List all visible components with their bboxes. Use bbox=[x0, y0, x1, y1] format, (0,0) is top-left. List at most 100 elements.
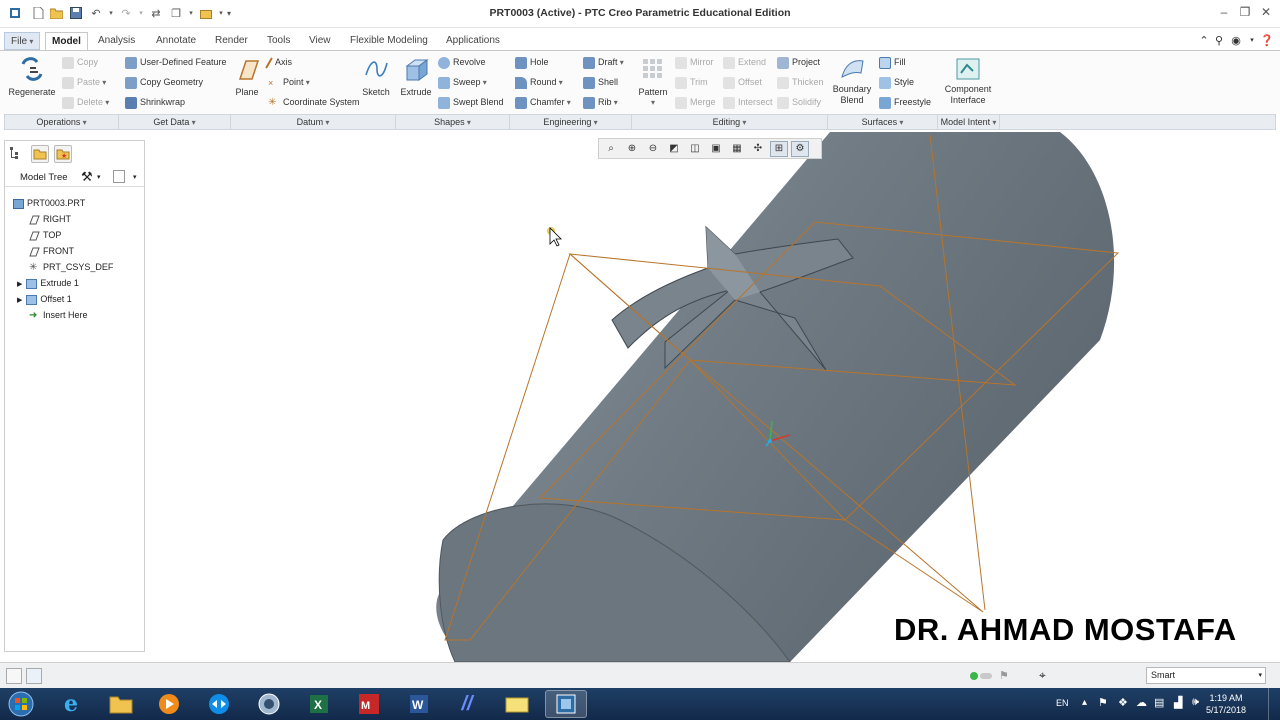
search-icon[interactable]: ⚲ bbox=[1211, 32, 1227, 48]
find-icon[interactable]: ⌖ bbox=[1039, 668, 1046, 683]
sketch-button[interactable]: Sketch bbox=[360, 53, 392, 111]
annotation-display-icon[interactable]: ⚙ bbox=[791, 140, 809, 157]
cloud-icon[interactable]: ☁ bbox=[1136, 696, 1147, 709]
group-editing[interactable]: Editing bbox=[632, 115, 828, 129]
shrinkwrap-button[interactable]: Shrinkwrap bbox=[125, 94, 185, 110]
tab-annotate[interactable]: Annotate bbox=[150, 32, 202, 50]
group-operations[interactable]: Operations bbox=[5, 115, 119, 129]
folder-browser-tab-icon[interactable] bbox=[31, 145, 49, 163]
pattern-button[interactable]: Pattern bbox=[637, 53, 669, 111]
refit-icon[interactable]: ⌕ bbox=[602, 141, 620, 157]
tab-tools[interactable]: Tools bbox=[261, 32, 296, 50]
group-model-intent[interactable]: Model Intent bbox=[938, 115, 1000, 129]
plane-button[interactable]: Plane bbox=[232, 53, 262, 111]
tab-applications[interactable]: Applications bbox=[440, 32, 506, 50]
chamfer-button[interactable]: Chamfer bbox=[515, 94, 571, 110]
tree-settings-icon[interactable]: ⚒ bbox=[81, 169, 93, 185]
component-interface-button[interactable]: Component Interface bbox=[942, 53, 994, 111]
zoom-out-icon[interactable]: ⊖ bbox=[644, 141, 662, 157]
intersect-button[interactable]: Intersect bbox=[723, 94, 773, 110]
show-desktop-button[interactable] bbox=[1268, 688, 1280, 720]
tree-item-part[interactable]: PRT0003.PRT bbox=[13, 196, 85, 210]
tree-item-right[interactable]: RIGHT bbox=[29, 212, 71, 226]
paste-button[interactable]: Paste bbox=[62, 74, 106, 90]
clock[interactable]: 1:19 AM 5/17/2018 bbox=[1206, 692, 1246, 716]
revolve-button[interactable]: Revolve bbox=[438, 54, 486, 70]
model-tree-tab-icon[interactable] bbox=[8, 145, 26, 163]
tab-model[interactable]: Model bbox=[45, 32, 88, 50]
media-player-icon[interactable] bbox=[148, 690, 190, 718]
solidify-button[interactable]: Solidify bbox=[777, 94, 821, 110]
group-get-data[interactable]: Get Data bbox=[119, 115, 231, 129]
datum-display-icon[interactable]: ✣ bbox=[749, 141, 767, 157]
close-button[interactable]: ✕ bbox=[1256, 4, 1276, 20]
signal-icon[interactable]: ▟ bbox=[1174, 696, 1182, 709]
dropbox-icon[interactable]: ❖ bbox=[1118, 696, 1128, 709]
minimize-ribbon-icon[interactable]: ⌃ bbox=[1196, 32, 1212, 48]
sweep-button[interactable]: Sweep bbox=[438, 74, 487, 90]
tab-file[interactable]: File bbox=[4, 32, 41, 50]
offset-button[interactable]: Offset bbox=[723, 74, 762, 90]
volume-icon[interactable]: 🕪 bbox=[1192, 696, 1199, 709]
round-button[interactable]: Round bbox=[515, 74, 563, 90]
expand-arrow-icon[interactable]: ▶ bbox=[17, 297, 22, 304]
favorites-tab-icon[interactable]: ★ bbox=[54, 145, 72, 163]
community-dropdown-icon[interactable]: ▾ bbox=[1244, 32, 1260, 48]
tree-settings-dropdown-icon[interactable]: ▾ bbox=[97, 173, 101, 181]
shell-button[interactable]: Shell bbox=[583, 74, 618, 90]
community-icon[interactable]: ◉ bbox=[1228, 32, 1244, 48]
action-center-flag-icon[interactable]: ⚑ bbox=[1098, 696, 1108, 709]
udf-button[interactable]: User-Defined Feature bbox=[125, 54, 227, 70]
regenerate-button[interactable]: Regenerate bbox=[6, 53, 58, 111]
extrude-button[interactable]: Extrude bbox=[399, 53, 433, 111]
help-icon[interactable]: ❓ bbox=[1259, 32, 1275, 48]
file-explorer-icon[interactable] bbox=[100, 690, 142, 718]
copy-button[interactable]: Copy bbox=[62, 54, 98, 70]
word-icon[interactable]: W bbox=[398, 690, 440, 718]
thicken-button[interactable]: Thicken bbox=[777, 74, 824, 90]
group-surfaces[interactable]: Surfaces bbox=[828, 115, 938, 129]
selection-filter-select[interactable]: Smart ▾ bbox=[1146, 667, 1266, 684]
view-manager-icon[interactable]: ▦ bbox=[728, 141, 746, 157]
maximize-button[interactable]: ❐ bbox=[1235, 4, 1255, 20]
creo-taskbar-button[interactable] bbox=[545, 690, 587, 718]
group-shapes[interactable]: Shapes bbox=[396, 115, 510, 129]
freestyle-button[interactable]: Freestyle bbox=[879, 94, 931, 110]
fill-button[interactable]: Fill bbox=[879, 54, 906, 70]
browser-icon[interactable] bbox=[248, 690, 290, 718]
csys-button[interactable]: ✳ Coordinate System bbox=[268, 94, 360, 110]
tree-item-front[interactable]: FRONT bbox=[29, 244, 74, 258]
flag-icon[interactable]: ⚑ bbox=[999, 669, 1009, 682]
point-button[interactable]: × Point bbox=[268, 74, 310, 90]
draft-button[interactable]: Draft bbox=[583, 54, 624, 70]
axis-button[interactable]: Axis bbox=[265, 54, 292, 70]
graphics-window[interactable] bbox=[146, 132, 1280, 662]
tray-expand-icon[interactable]: ▴ bbox=[1082, 697, 1087, 708]
tree-item-insert-here[interactable]: ➜ Insert Here bbox=[29, 308, 88, 322]
tree-columns-dropdown-icon[interactable]: ▾ bbox=[133, 173, 137, 181]
extend-button[interactable]: Extend bbox=[723, 54, 766, 70]
swept-blend-button[interactable]: Swept Blend bbox=[438, 94, 504, 110]
group-engineering[interactable]: Engineering bbox=[510, 115, 632, 129]
internet-explorer-icon[interactable]: e bbox=[50, 690, 92, 718]
tab-render[interactable]: Render bbox=[209, 32, 254, 50]
tree-columns-icon[interactable] bbox=[113, 170, 125, 183]
tree-item-top[interactable]: TOP bbox=[29, 228, 61, 242]
merge-button[interactable]: Merge bbox=[675, 94, 716, 110]
hole-button[interactable]: Hole bbox=[515, 54, 549, 70]
minimize-button[interactable]: – bbox=[1214, 4, 1234, 20]
boundary-blend-button[interactable]: Boundary Blend bbox=[832, 53, 872, 111]
tab-flexible-modeling[interactable]: Flexible Modeling bbox=[344, 32, 434, 50]
tree-item-offset-1[interactable]: ▶ Offset 1 bbox=[17, 292, 72, 306]
expand-arrow-icon[interactable]: ▶ bbox=[17, 281, 22, 288]
tree-item-extrude-1[interactable]: ▶ Extrude 1 bbox=[17, 276, 79, 290]
mirror-button[interactable]: Mirror bbox=[675, 54, 714, 70]
tab-view[interactable]: View bbox=[303, 32, 337, 50]
copy-geometry-button[interactable]: Copy Geometry bbox=[125, 74, 203, 90]
mendeley-icon[interactable]: M bbox=[348, 690, 390, 718]
network-icon[interactable]: ▤ bbox=[1154, 696, 1164, 709]
zoom-in-icon[interactable]: ⊕ bbox=[623, 141, 641, 157]
style-button[interactable]: Style bbox=[879, 74, 914, 90]
toggle-browser-icon[interactable] bbox=[26, 668, 42, 684]
start-button[interactable] bbox=[0, 690, 42, 718]
